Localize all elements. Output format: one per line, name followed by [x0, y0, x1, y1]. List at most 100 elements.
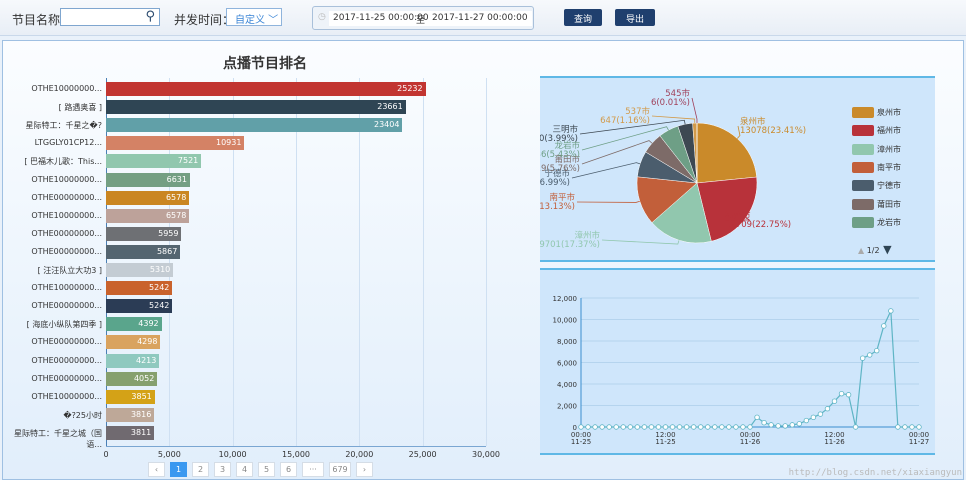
y-tick-label: 2,000	[557, 403, 577, 411]
line-point[interactable]	[867, 352, 873, 358]
line-point[interactable]	[888, 308, 894, 314]
line-point[interactable]	[768, 422, 774, 428]
legend-item[interactable]: 漳州市	[852, 143, 901, 155]
prev-page-button[interactable]: ‹	[148, 462, 165, 477]
bar[interactable]: 5310	[106, 263, 174, 277]
line-point[interactable]	[852, 424, 859, 430]
line-point[interactable]	[669, 424, 676, 430]
bar[interactable]: 5242	[106, 281, 173, 296]
bar[interactable]: 3811	[106, 425, 155, 440]
line-point[interactable]	[740, 424, 746, 430]
bar[interactable]: 6578	[106, 190, 190, 205]
bar[interactable]: 10931	[106, 136, 245, 151]
line-point[interactable]	[845, 392, 852, 398]
line-point[interactable]	[719, 424, 725, 430]
bar[interactable]: 3816	[106, 407, 155, 422]
line-point[interactable]	[747, 424, 753, 430]
date-range-picker[interactable]: ◷ 2017-11-25 00:00:00 至 2017-11-27 00:00…	[312, 6, 534, 30]
legend-label: 莆田市	[877, 199, 901, 209]
line-point[interactable]	[838, 390, 845, 397]
export-button[interactable]: 导出	[615, 9, 655, 26]
end-date-input[interactable]: 2017-11-27 00:00:00	[428, 11, 532, 26]
bar[interactable]: 5867	[106, 244, 181, 259]
bar[interactable]: 4298	[106, 335, 161, 350]
line-point[interactable]	[796, 421, 802, 427]
bar[interactable]: 6578	[106, 208, 190, 223]
legend-item[interactable]: 莆田市	[852, 198, 901, 210]
bar[interactable]: 3851	[106, 389, 155, 404]
legend-prev-icon[interactable]: ▲	[858, 246, 867, 255]
line-point[interactable]	[916, 424, 922, 430]
line-point[interactable]	[824, 406, 831, 412]
line-point[interactable]	[578, 424, 584, 430]
line-point[interactable]	[662, 424, 669, 430]
y-tick-label: 4,000	[557, 381, 577, 389]
line-point[interactable]	[726, 424, 732, 430]
line-point[interactable]	[789, 422, 795, 428]
line-point[interactable]	[627, 424, 633, 430]
bar[interactable]: 23661	[106, 100, 406, 115]
next-page-button[interactable]: ›	[356, 462, 373, 477]
line-point[interactable]	[881, 323, 887, 329]
line-point[interactable]	[698, 424, 704, 430]
line-point[interactable]	[874, 347, 880, 354]
program-search-input[interactable]: ⚲	[60, 8, 160, 26]
line-point[interactable]	[620, 424, 626, 430]
line-point[interactable]	[754, 414, 760, 421]
page-button[interactable]: 6	[280, 462, 297, 477]
line-point[interactable]	[831, 398, 838, 404]
page-button[interactable]: 4	[236, 462, 253, 477]
line-point[interactable]	[902, 424, 908, 430]
line-point[interactable]	[705, 424, 711, 430]
legend-swatch	[852, 143, 874, 155]
time-range-select[interactable]: 自定义 ﹀	[226, 8, 282, 26]
page-button[interactable]: ···	[302, 462, 324, 477]
bar[interactable]: 4392	[106, 317, 162, 332]
bar[interactable]: 23404	[106, 118, 403, 133]
legend-item[interactable]: 龙岩市	[852, 216, 901, 228]
page-button[interactable]: 679	[329, 462, 351, 477]
line-point[interactable]	[613, 424, 619, 430]
line-point[interactable]	[655, 424, 662, 430]
bar[interactable]: 5242	[106, 299, 173, 314]
line-point[interactable]	[606, 424, 612, 430]
line-point[interactable]	[803, 417, 810, 424]
query-button[interactable]: 查询	[564, 9, 602, 26]
page-button[interactable]: 2	[192, 462, 209, 477]
page-button[interactable]: 5	[258, 462, 275, 477]
line-point[interactable]	[733, 424, 739, 430]
bar[interactable]: 4213	[106, 353, 160, 368]
legend-next-icon[interactable]: ▼	[880, 243, 891, 256]
page-button[interactable]: 1	[170, 462, 187, 477]
line-point[interactable]	[895, 424, 901, 430]
legend-item[interactable]: 宁德市	[852, 180, 901, 192]
bar[interactable]: 4052	[106, 371, 158, 386]
line-point[interactable]	[761, 419, 767, 426]
line-point[interactable]	[817, 411, 824, 417]
bar[interactable]: 7521	[106, 154, 202, 169]
line-point[interactable]	[599, 424, 605, 430]
page-button[interactable]: 3	[214, 462, 231, 477]
line-point[interactable]	[683, 424, 690, 430]
search-icon[interactable]: ⚲	[145, 9, 155, 24]
line-point[interactable]	[592, 424, 598, 430]
line-point[interactable]	[775, 423, 781, 429]
legend-item[interactable]: 泉州市	[852, 107, 901, 118]
line-point[interactable]	[634, 424, 641, 430]
bar[interactable]: 5959	[106, 226, 182, 241]
line-point[interactable]	[909, 424, 915, 430]
legend-item[interactable]: 福州市	[852, 125, 901, 137]
line-point[interactable]	[648, 424, 655, 430]
line-point[interactable]	[690, 424, 697, 430]
legend-item[interactable]: 南平市	[852, 161, 901, 173]
line-point[interactable]	[641, 424, 648, 430]
pie-label-value: 2230(3.99%)	[540, 134, 578, 144]
line-point[interactable]	[782, 423, 788, 429]
line-point[interactable]	[712, 424, 718, 430]
line-point[interactable]	[859, 355, 866, 361]
line-point[interactable]	[585, 424, 591, 430]
bar[interactable]: 6631	[106, 172, 190, 187]
line-point[interactable]	[676, 424, 683, 430]
bar[interactable]: 25232	[106, 82, 426, 96]
line-point[interactable]	[810, 414, 817, 421]
